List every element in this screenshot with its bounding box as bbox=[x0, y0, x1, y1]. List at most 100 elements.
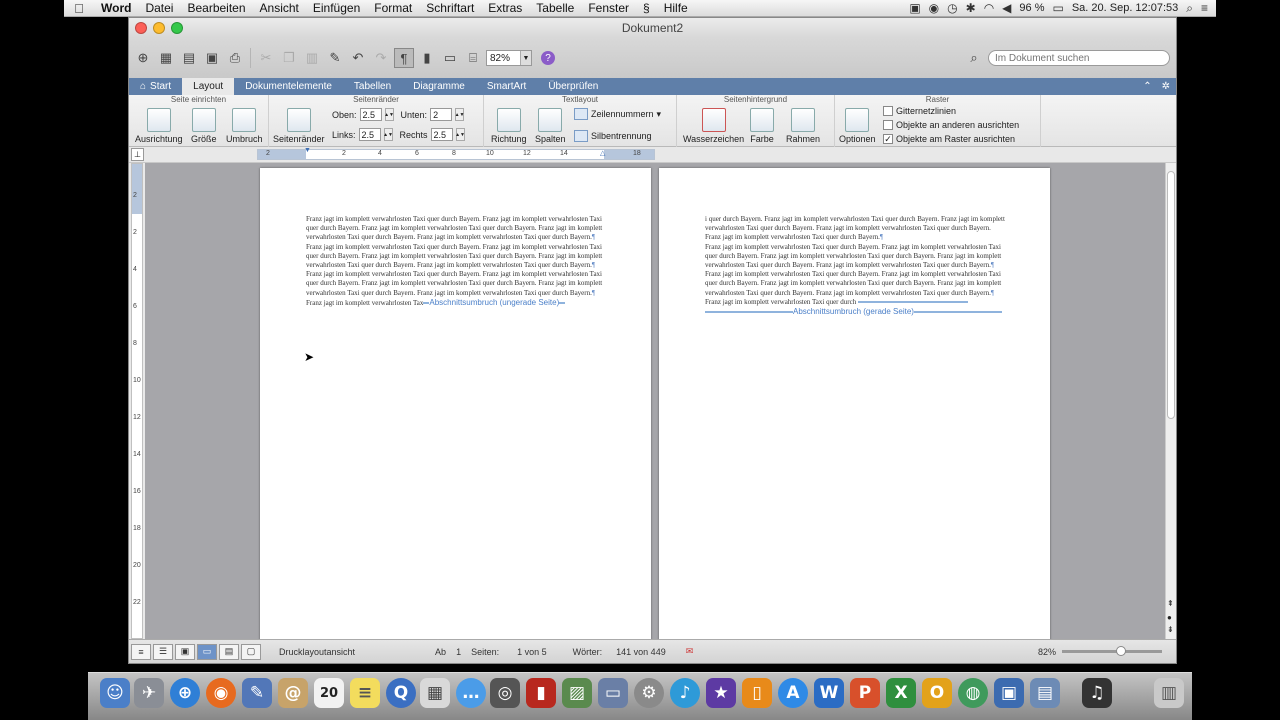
horizontal-ruler[interactable]: 2 ▼ 2 4 6 8 10 12 14 △ 18 bbox=[257, 147, 655, 160]
show-formatting-icon[interactable]: ¶ bbox=[394, 48, 414, 68]
sidebar-toggle-icon[interactable]: ▮ bbox=[417, 48, 437, 68]
ibooks-icon[interactable]: ▯ bbox=[742, 678, 772, 708]
section-break-odd[interactable]: Abschnittsumbruch (ungerade Seite) bbox=[429, 298, 559, 307]
menu-extras[interactable]: Extras bbox=[481, 1, 529, 15]
size-button[interactable]: Größe bbox=[191, 108, 217, 144]
prev-page-icon[interactable]: ⇞ bbox=[1167, 599, 1174, 608]
battery-icon[interactable]: ▭ bbox=[1052, 1, 1063, 15]
indent-marker-icon[interactable]: ▼ bbox=[304, 147, 311, 154]
top-margin-field[interactable]: 2.5 bbox=[359, 108, 382, 121]
page-1[interactable]: Franz jagt im komplett verwahrlosten Tax… bbox=[260, 168, 651, 648]
facetime-icon[interactable]: ◎ bbox=[490, 678, 520, 708]
top-margin-stepper[interactable]: ▲▼ bbox=[384, 108, 394, 121]
tab-stop-selector[interactable]: ⊥ bbox=[131, 148, 144, 161]
scrollbar-thumb[interactable] bbox=[1167, 171, 1175, 419]
contacts-icon[interactable]: @ bbox=[278, 678, 308, 708]
search-icon[interactable]: ⌕ bbox=[964, 48, 984, 68]
undo-icon[interactable]: ↶ bbox=[348, 48, 368, 68]
zoom-select[interactable]: 82% ▼ bbox=[486, 50, 532, 66]
tab-layout[interactable]: Layout bbox=[182, 78, 235, 95]
trash-icon[interactable]: ▥ bbox=[1154, 678, 1184, 708]
left-margin-field[interactable]: 2.5 bbox=[358, 128, 381, 141]
image-capture-icon[interactable]: ▤ bbox=[1030, 678, 1060, 708]
open-icon[interactable]: ▤ bbox=[179, 48, 199, 68]
messages-icon[interactable]: … bbox=[456, 678, 486, 708]
gridlines-checkbox[interactable]: Gitternetzlinien bbox=[883, 106, 956, 116]
left-margin-stepper[interactable]: ▲▼ bbox=[383, 128, 393, 141]
pages-value[interactable]: 1 von 5 bbox=[517, 647, 547, 657]
tab-ueberpruefen[interactable]: Überprüfen bbox=[537, 78, 609, 95]
orientation-button[interactable]: Ausrichtung bbox=[135, 108, 183, 144]
paragraph[interactable]: Franz jagt im komplett verwahrlosten Tax… bbox=[306, 215, 606, 243]
menu-einfuegen[interactable]: Einfügen bbox=[306, 1, 367, 15]
collapse-ribbon-icon[interactable]: ⌃ bbox=[1143, 81, 1151, 92]
volume-icon[interactable]: ◀ bbox=[1002, 1, 1011, 15]
zoom-slider[interactable] bbox=[1062, 646, 1162, 656]
photos-icon[interactable]: ▦ bbox=[420, 678, 450, 708]
page-2-text[interactable]: i quer durch Bayern. Franz jagt im kompl… bbox=[705, 215, 1005, 317]
vertical-scrollbar[interactable]: ⇞ ● ⇟ bbox=[1165, 163, 1176, 639]
tab-smartart[interactable]: SmartArt bbox=[476, 78, 537, 95]
outline-view-button[interactable]: ☰ bbox=[153, 643, 173, 660]
zoom-window-button[interactable] bbox=[171, 22, 183, 34]
ribbon-settings-icon[interactable]: ✲ bbox=[1162, 81, 1170, 92]
right-margin-stepper[interactable]: ▲▼ bbox=[455, 128, 465, 141]
text-direction-button[interactable]: Richtung bbox=[491, 108, 527, 144]
firefox-icon[interactable]: ◉ bbox=[206, 678, 236, 708]
publishing-view-button[interactable]: ▣ bbox=[175, 643, 195, 660]
notebook-view-button[interactable]: ▤ bbox=[219, 643, 239, 660]
help-icon[interactable]: ? bbox=[541, 51, 555, 65]
keynote-icon[interactable]: ▭ bbox=[598, 678, 628, 708]
record-icon[interactable]: ◉ bbox=[929, 1, 939, 15]
wifi-icon[interactable]: ◠ bbox=[984, 1, 994, 15]
print-icon[interactable]: ⎙ bbox=[225, 48, 245, 68]
break-button[interactable]: Umbruch bbox=[226, 108, 263, 144]
bluetooth-icon[interactable]: ✱ bbox=[966, 1, 976, 15]
line-numbers-button[interactable]: Zeilennummern ▾ bbox=[574, 108, 661, 120]
script-menu-icon[interactable]: § bbox=[636, 1, 657, 15]
close-window-button[interactable] bbox=[135, 22, 147, 34]
format-painter-icon[interactable]: ✎ bbox=[325, 48, 345, 68]
templates-icon[interactable]: ▦ bbox=[156, 48, 176, 68]
next-page-icon[interactable]: ⇟ bbox=[1167, 625, 1174, 634]
network-icon[interactable]: ◍ bbox=[958, 678, 988, 708]
notes-icon[interactable]: ≡ bbox=[350, 678, 380, 708]
print-layout-view-button[interactable]: ▭ bbox=[197, 643, 217, 660]
menu-fenster[interactable]: Fenster bbox=[581, 1, 636, 15]
menu-bearbeiten[interactable]: Bearbeiten bbox=[180, 1, 252, 15]
grid-options-button[interactable]: Optionen bbox=[839, 108, 876, 144]
toolbox-icon[interactable]: ⌸ bbox=[463, 48, 483, 68]
paragraph[interactable]: i quer durch Bayern. Franz jagt im kompl… bbox=[705, 215, 1005, 243]
notification-center-icon[interactable]: ≡ bbox=[1201, 1, 1208, 15]
search-input[interactable] bbox=[988, 50, 1170, 66]
tab-diagramme[interactable]: Diagramme bbox=[402, 78, 476, 95]
launchpad-icon[interactable]: ✈ bbox=[134, 678, 164, 708]
battery-status[interactable]: 96 % bbox=[1019, 2, 1044, 14]
tab-tabellen[interactable]: Tabellen bbox=[343, 78, 402, 95]
menu-tabelle[interactable]: Tabelle bbox=[529, 1, 581, 15]
powerpoint-icon[interactable]: P bbox=[850, 678, 880, 708]
menu-ansicht[interactable]: Ansicht bbox=[253, 1, 306, 15]
time-machine-icon[interactable]: ◷ bbox=[947, 1, 957, 15]
right-margin-field[interactable]: 2.5 bbox=[430, 128, 453, 141]
remote-desktop-icon[interactable]: ▣ bbox=[994, 678, 1024, 708]
right-indent-marker-icon[interactable]: △ bbox=[600, 149, 605, 157]
app-store-icon[interactable]: A bbox=[778, 678, 808, 708]
new-document-icon[interactable]: ⊕ bbox=[133, 48, 153, 68]
garageband-icon[interactable]: ♫ bbox=[1082, 678, 1112, 708]
columns-button[interactable]: Spalten bbox=[535, 108, 566, 144]
fullscreen-view-button[interactable]: ▢ bbox=[241, 643, 261, 660]
paragraph[interactable]: Franz jagt im komplett verwahrlosten Tax… bbox=[306, 270, 606, 298]
section-break-even[interactable]: Abschnittsumbruch (gerade Seite) bbox=[793, 307, 914, 316]
menu-hilfe[interactable]: Hilfe bbox=[657, 1, 695, 15]
dropbox-icon[interactable]: ▣ bbox=[909, 1, 920, 15]
gallery-icon[interactable]: ▭ bbox=[440, 48, 460, 68]
minimize-window-button[interactable] bbox=[153, 22, 165, 34]
page-canvas[interactable]: Franz jagt im komplett verwahrlosten Tax… bbox=[145, 163, 1165, 648]
photobooth-icon[interactable]: ▮ bbox=[526, 678, 556, 708]
cut-icon[interactable]: ✂ bbox=[256, 48, 276, 68]
word-icon[interactable]: W bbox=[814, 678, 844, 708]
tab-start[interactable]: ⌂ Start bbox=[129, 78, 182, 95]
finder-icon[interactable]: ☺ bbox=[100, 678, 130, 708]
iphoto-icon[interactable]: ▨ bbox=[562, 678, 592, 708]
